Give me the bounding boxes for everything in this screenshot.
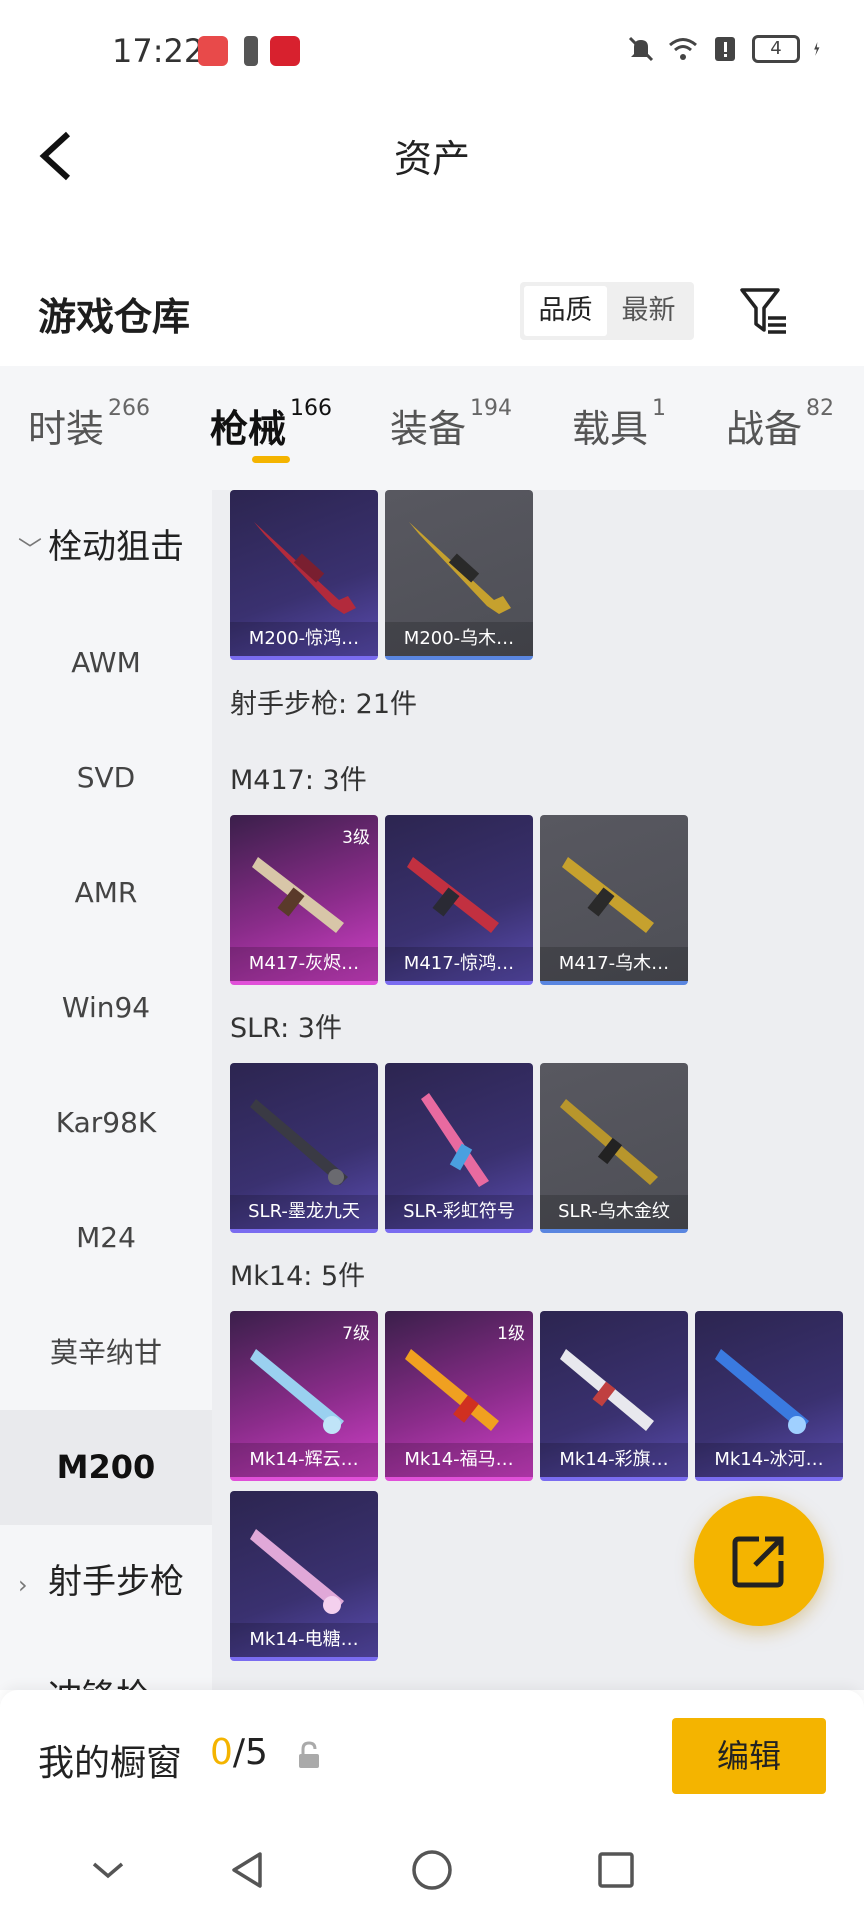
group-title: SLR: 3件: [230, 1013, 342, 1044]
app-notification-icon: [270, 36, 300, 66]
warehouse-title: 游戏仓库: [38, 295, 191, 339]
weapon-card[interactable]: M200-惊鸿…: [230, 490, 378, 660]
wifi-icon: [669, 38, 697, 60]
weapon-card[interactable]: SLR-乌木金纹: [540, 1063, 688, 1233]
showcase-bar: 我的橱窗 0/5 编辑: [0, 1690, 864, 1820]
weapon-type-sidebar: ﹀ 栓动狙击 AWM SVD AMR Win94 Kar98K M24 莫辛纳甘 …: [0, 490, 212, 1717]
weapon-card[interactable]: Mk14-电糖…: [230, 1491, 378, 1661]
section-title: 射手步枪: 21件: [230, 689, 418, 720]
battery-saver-icon: [244, 36, 258, 66]
sidebar-item-awm[interactable]: AWM: [0, 605, 212, 720]
weapon-card[interactable]: Mk14-彩旗…: [540, 1311, 688, 1481]
weapon-image: [560, 1099, 658, 1185]
home-nav-icon[interactable]: [408, 1846, 456, 1894]
sidebar-item-amr[interactable]: AMR: [0, 835, 212, 950]
weapon-image: [252, 857, 344, 933]
chevron-down-icon[interactable]: [84, 1846, 132, 1894]
chevron-down-icon: ﹀: [18, 536, 42, 564]
weapon-image: [250, 1099, 348, 1185]
weapon-image: [250, 1349, 344, 1434]
filter-icon[interactable]: [736, 284, 792, 340]
group-title: M417: 3件: [230, 765, 367, 796]
weapon-image: [254, 522, 356, 614]
sidebar-item-m200[interactable]: M200: [0, 1410, 212, 1525]
lock-icon: [299, 1741, 319, 1768]
group-title: Mk14: 5件: [230, 1261, 366, 1292]
page-title: 资产: [393, 137, 470, 181]
weapon-image: [250, 1529, 344, 1614]
weapon-image: [407, 857, 499, 933]
weapon-card[interactable]: M200-乌木…: [385, 490, 533, 660]
weapon-image: [715, 1349, 809, 1434]
tab-outfits[interactable]: 时装 266: [28, 396, 150, 453]
weapon-image: [562, 857, 654, 933]
showcase-label: 我的橱窗: [38, 1743, 183, 1784]
system-nav-bar: [0, 1820, 864, 1920]
battery-icon: 4: [752, 35, 800, 63]
weapon-card[interactable]: Mk14-冰河…: [695, 1311, 843, 1481]
weapon-card[interactable]: M417-乌木…: [540, 815, 688, 985]
category-tabs: 时装 266 枪械 166 装备 194 载具 1 战备 82: [0, 366, 864, 490]
weapon-image: [409, 522, 511, 614]
status-bar: 17:22 4: [0, 0, 864, 100]
charging-icon: [814, 42, 820, 56]
tab-equipment[interactable]: 装备 194: [390, 396, 512, 453]
app-notification-icon: [198, 36, 228, 66]
weapon-card[interactable]: 1级 Mk14-福马…: [385, 1311, 533, 1481]
sidebar-group-marksman[interactable]: › 射手步枪: [0, 1525, 212, 1640]
sort-toggle: 品质 最新: [520, 282, 694, 340]
mute-icon: [628, 36, 654, 62]
weapon-card[interactable]: 7级 Mk14-辉云…: [230, 1311, 378, 1481]
alert-icon: [715, 37, 735, 61]
weapon-card[interactable]: SLR-彩虹符号: [385, 1063, 533, 1233]
sort-quality-button[interactable]: 品质: [524, 286, 607, 336]
sidebar-item-mosin[interactable]: 莫辛纳甘: [0, 1295, 212, 1410]
weapon-image: [560, 1349, 654, 1431]
sidebar-group-bolt-sniper[interactable]: ﹀ 栓动狙击: [0, 490, 212, 605]
sidebar-item-win94[interactable]: Win94: [0, 950, 212, 1065]
share-icon: [732, 1536, 784, 1588]
tab-vehicles[interactable]: 载具 1: [572, 396, 666, 453]
weapon-card[interactable]: SLR-墨龙九天: [230, 1063, 378, 1233]
back-nav-icon[interactable]: [224, 1846, 272, 1894]
edit-button[interactable]: 编辑: [672, 1718, 826, 1794]
warehouse-row: 游戏仓库 品质 最新: [0, 270, 864, 366]
recents-nav-icon[interactable]: [592, 1846, 640, 1894]
sidebar-item-kar98k[interactable]: Kar98K: [0, 1065, 212, 1180]
tab-supplies[interactable]: 战备 82: [726, 396, 834, 453]
sort-newest-button[interactable]: 最新: [607, 286, 690, 336]
page-header: 资产: [0, 110, 864, 200]
weapon-image: [405, 1349, 499, 1431]
active-tab-indicator: [252, 456, 290, 463]
tab-weapons[interactable]: 枪械 166: [210, 396, 332, 453]
weapon-image: [421, 1093, 489, 1187]
share-button[interactable]: [694, 1496, 824, 1626]
status-time: 17:22: [112, 32, 205, 70]
weapon-card[interactable]: M417-惊鸿…: [385, 815, 533, 985]
sidebar-item-svd[interactable]: SVD: [0, 720, 212, 835]
weapon-card[interactable]: 3级 M417-灰烬…: [230, 815, 378, 985]
sidebar-item-m24[interactable]: M24: [0, 1180, 212, 1295]
chevron-right-icon: ›: [18, 1571, 28, 1599]
showcase-count: 0/5: [210, 1732, 268, 1773]
